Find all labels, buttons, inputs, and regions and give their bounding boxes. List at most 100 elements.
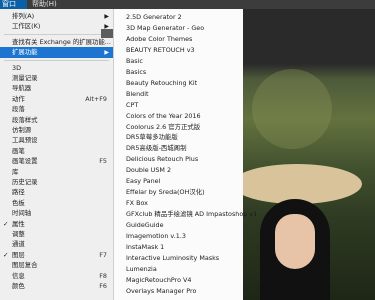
extension-item[interactable]: Delicious Retouch Plus xyxy=(114,154,243,165)
submenu-arrow-icon: ▶ xyxy=(104,13,109,20)
menu-item[interactable]: 库 xyxy=(0,167,113,178)
extension-item[interactable]: Adobe Color Themes xyxy=(114,34,243,45)
menu-item[interactable]: 历史记录 xyxy=(0,177,113,188)
menu-item-label: 3D xyxy=(12,63,21,72)
menu-item[interactable]: 动作 Alt+F9 xyxy=(0,94,113,105)
extension-item[interactable]: DR5草莓多功能版 xyxy=(114,132,243,143)
menu-item[interactable]: 图层复合 xyxy=(0,260,113,271)
extension-item[interactable]: Easy Panel xyxy=(114,176,243,187)
menu-item-label: 历史记录 xyxy=(12,178,38,186)
menu-item[interactable]: ✓ 图层 F7 xyxy=(0,250,113,261)
extension-item[interactable]: Effelar by Sreda(OH汉化) xyxy=(114,187,243,198)
extension-item-label: Basic xyxy=(126,56,143,65)
menu-item[interactable]: 排列(A) ▶ xyxy=(0,11,113,22)
extension-item[interactable]: Double USM 2 xyxy=(114,165,243,176)
extension-item[interactable]: Lumenzia xyxy=(114,264,243,275)
extension-item-label: Overlays Manager Pro xyxy=(126,286,197,295)
extension-item[interactable]: MagicRetouchPro V4 xyxy=(114,275,243,286)
menu-item[interactable]: 工具预设 xyxy=(0,135,113,146)
menu-item-label: 查找有关 Exchange 的扩展功能... xyxy=(12,37,111,46)
extension-item-label: MagicRetouchPro V4 xyxy=(126,275,192,284)
extension-item[interactable]: 3D Map Generator - Geo xyxy=(114,23,243,34)
menu-item-label: 导航器 xyxy=(12,84,32,93)
menu-item-label: 画笔 xyxy=(12,146,25,155)
checkmark-icon: ✓ xyxy=(3,219,9,228)
menu-item-label: 段落样式 xyxy=(12,115,38,124)
menu-item-label: 工具预设 xyxy=(12,136,38,145)
extension-item[interactable]: FX Box xyxy=(114,198,243,209)
straw-hat xyxy=(232,164,362,204)
menu-item[interactable]: 段落 xyxy=(0,104,113,115)
extension-item[interactable]: Interactive Luminosity Masks xyxy=(114,253,243,264)
menu-item[interactable]: 画笔设置 F5 xyxy=(0,156,113,167)
menu-item-label: 通道 xyxy=(12,240,25,249)
shortcut-label: F7 xyxy=(99,250,107,259)
menu-item-label: 属性 xyxy=(12,219,25,228)
menu-item[interactable]: ✓ 属性 xyxy=(0,219,113,230)
extension-item[interactable]: Basics xyxy=(114,67,243,78)
shortcut-label: F5 xyxy=(99,157,107,166)
checkmark-icon: ✓ xyxy=(3,250,9,259)
menu-item[interactable]: 颜色 F6 xyxy=(0,281,113,292)
extension-item[interactable]: 2.5D Generator 2 xyxy=(114,12,243,23)
face xyxy=(275,214,315,269)
menu-item[interactable]: 3D xyxy=(0,63,113,74)
extension-item[interactable]: GuideGuide xyxy=(114,220,243,231)
extension-item[interactable]: Blendit xyxy=(114,89,243,100)
menu-item[interactable]: 画笔 xyxy=(0,146,113,157)
extension-item[interactable]: Beauty Retouching Kit xyxy=(114,78,243,89)
shortcut-label: F6 xyxy=(99,282,107,290)
panel-tab xyxy=(101,29,113,38)
menu-item[interactable]: 时间轴 xyxy=(0,208,113,219)
menu-item-label: 段落 xyxy=(12,105,25,114)
menu-item[interactable]: 色板 xyxy=(0,198,113,209)
menu-item[interactable]: 扩展功能 ▶ xyxy=(0,47,113,59)
menu-item-label: 测量记录 xyxy=(12,74,38,82)
menu-item[interactable]: 段落样式 xyxy=(0,115,113,126)
menu-item[interactable]: 通道 xyxy=(0,239,113,250)
menu-item[interactable]: 导航器 xyxy=(0,83,113,94)
extension-item-label: Lumenzia xyxy=(126,264,157,273)
menu-item[interactable]: 工作区(K) ▶ xyxy=(0,21,113,32)
extension-item[interactable]: Basic xyxy=(114,56,243,67)
menu-window[interactable]: 窗口(W) xyxy=(0,0,27,17)
menu-item[interactable]: 调整 xyxy=(0,229,113,240)
menu-item-label: 调整 xyxy=(12,230,25,238)
menu-item-label: 工作区(K) xyxy=(12,22,41,31)
extension-item[interactable]: Colors of the Year 2016 xyxy=(114,111,243,122)
menu-item-label: 动作 xyxy=(12,94,25,103)
menu-item-label: 图层复合 xyxy=(12,261,38,270)
shortcut-label: Alt+F9 xyxy=(85,94,107,103)
menu-item[interactable]: 仿制源 xyxy=(0,125,113,136)
extension-item-label: CPT xyxy=(126,100,139,109)
extension-item-label: Delicious Retouch Plus xyxy=(126,155,199,164)
extension-item[interactable]: InstaMask 1 xyxy=(114,242,243,253)
menu-item[interactable]: 查找有关 Exchange 的扩展功能... xyxy=(0,37,113,48)
menu-item[interactable]: 测量记录 xyxy=(0,73,113,84)
extension-item-label: Interactive Luminosity Masks xyxy=(126,253,220,262)
extension-item[interactable]: CPT xyxy=(114,100,243,111)
extension-item-label: GFXclub 精品手绘滤镜 AD Impastoshop v1 xyxy=(126,210,258,219)
extension-item-label: Basics xyxy=(126,67,147,76)
extension-item-label: 3D Map Generator - Geo xyxy=(126,23,205,32)
menu-item-label: 路径 xyxy=(12,188,25,197)
extension-item-label: Double USM 2 xyxy=(126,166,172,175)
menu-separator xyxy=(4,33,109,35)
extension-item-label: DR5高级版-西城阁制 xyxy=(126,144,187,153)
menu-item[interactable]: 信息 F8 xyxy=(0,271,113,282)
menu-item-label: 扩展功能 xyxy=(12,48,38,57)
extension-item[interactable]: Overlays Manager Pro xyxy=(114,286,243,297)
extension-item[interactable]: BEAUTY RETOUCH v3 xyxy=(114,45,243,56)
menu-help[interactable]: 帮助(H) xyxy=(32,0,57,9)
extension-item[interactable]: GFXclub 精品手绘滤镜 AD Impastoshop v1 xyxy=(114,209,257,220)
extension-item[interactable]: Imagemotion v.1.3 xyxy=(114,231,243,242)
extension-item-label: Easy Panel xyxy=(126,177,161,186)
extension-item-label: Adobe Color Themes xyxy=(126,34,193,43)
extension-item-label: DR5草莓多功能版 xyxy=(126,133,178,142)
menu-item-label: 时间轴 xyxy=(12,209,32,218)
extension-item[interactable]: DR5高级版-西城阁制 xyxy=(114,143,243,154)
extension-item-label: Imagemotion v.1.3 xyxy=(126,232,186,240)
extension-item-label: Effelar by Sreda(OH汉化) xyxy=(126,188,205,197)
menu-item[interactable]: 路径 xyxy=(0,187,113,198)
extension-item[interactable]: Coolorus 2.6 官方正式版 xyxy=(114,122,243,133)
